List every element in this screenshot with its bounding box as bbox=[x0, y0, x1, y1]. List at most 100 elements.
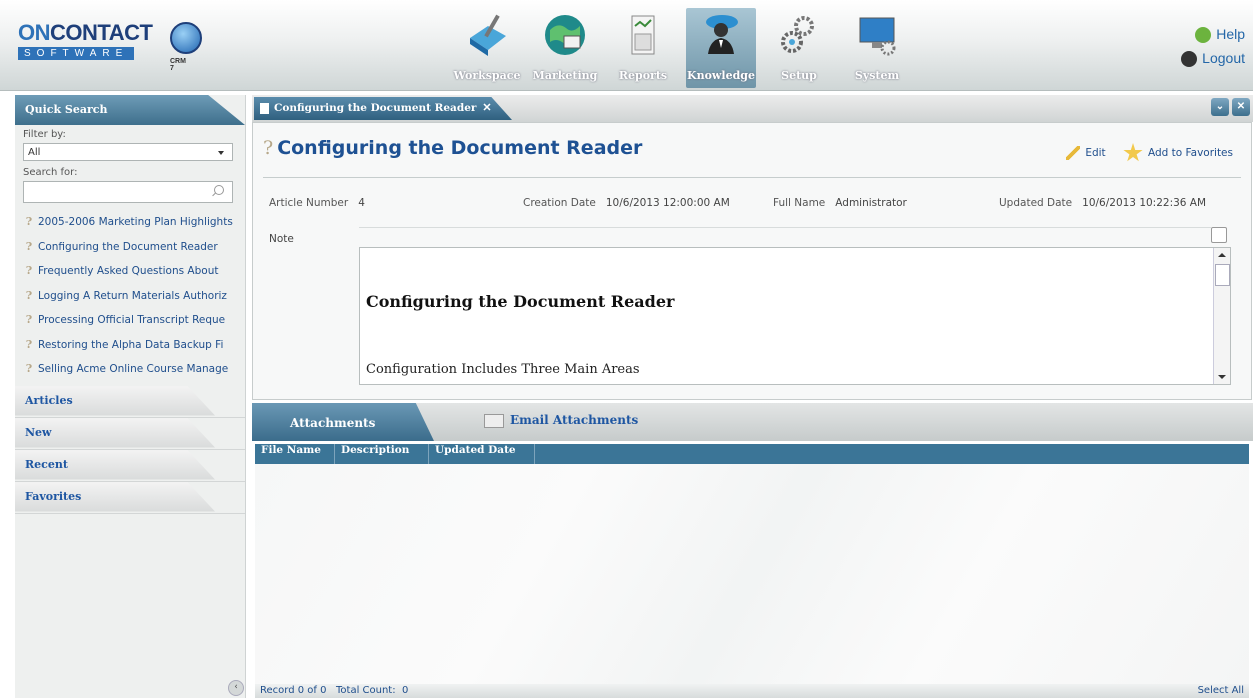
scroll-down-icon[interactable] bbox=[1218, 375, 1226, 379]
logo-text-contact: CONTACT bbox=[50, 20, 153, 45]
nav-reports-label: Reports bbox=[618, 69, 668, 82]
logo-tagline: SOFTWARE bbox=[18, 47, 135, 60]
nav-marketing[interactable]: Marketing bbox=[530, 8, 600, 88]
question-mark-icon: ? bbox=[25, 337, 33, 351]
nav-workspace-label: Workspace bbox=[453, 69, 521, 82]
article-actions: Edit Add to Favorites bbox=[1066, 143, 1233, 163]
logout-label: Logout bbox=[1202, 50, 1245, 66]
field-label: Article Number bbox=[269, 197, 349, 209]
list-item-label: Logging A Return Materials Authoriz bbox=[38, 289, 227, 302]
section-tab-label: Recent bbox=[15, 449, 215, 480]
close-icon[interactable]: ✕ bbox=[482, 101, 491, 114]
field-label: Updated Date bbox=[999, 197, 1073, 209]
column-header-label: File Name bbox=[261, 444, 321, 456]
updated-date-field: Updated Date 10/6/2013 10:22:36 AM bbox=[999, 197, 1206, 209]
article-title-text: Configuring the Document Reader bbox=[277, 137, 643, 159]
question-mark-icon: ? bbox=[263, 137, 274, 159]
list-item[interactable]: ? Logging A Return Materials Authoriz bbox=[23, 284, 245, 309]
close-all-icon[interactable]: ✕ bbox=[1232, 98, 1250, 116]
question-mark-icon: ? bbox=[25, 215, 33, 228]
section-tab-new[interactable]: New bbox=[15, 417, 245, 450]
list-item[interactable]: ? Processing Official Transcript Reque bbox=[23, 308, 245, 333]
header-links: Help Logout bbox=[1181, 22, 1245, 70]
add-to-favorites-button[interactable]: Add to Favorites bbox=[1109, 143, 1233, 162]
article-number-field: Article Number 4 bbox=[269, 197, 365, 209]
nav-system[interactable]: System bbox=[842, 8, 912, 88]
logout-link[interactable]: Logout bbox=[1181, 46, 1245, 70]
tab-configuring-document-reader[interactable]: Configuring the Document Reader ✕ bbox=[254, 97, 512, 120]
list-item[interactable]: ? 2005-2006 Marketing Plan Highlights bbox=[23, 210, 245, 235]
logo-globe-icon bbox=[170, 22, 202, 54]
attachments-grid-body bbox=[255, 464, 1249, 684]
list-item-label: Frequently Asked Questions About bbox=[38, 265, 219, 277]
nav-knowledge[interactable]: Knowledge bbox=[686, 8, 756, 88]
list-item[interactable]: ? Configuring the Document Reader bbox=[23, 235, 245, 260]
list-item-label: 2005-2006 Marketing Plan Highlights bbox=[38, 216, 233, 228]
section-tab-recent[interactable]: Recent bbox=[15, 449, 245, 482]
filter-label: Filter by: bbox=[23, 129, 66, 140]
tab-email-attachments[interactable]: Email Attachments bbox=[484, 403, 638, 441]
note-scrollbar[interactable] bbox=[1213, 248, 1230, 384]
report-icon bbox=[631, 15, 655, 55]
question-mark-icon: ? bbox=[25, 264, 33, 277]
quick-search-header[interactable]: Quick Search bbox=[15, 95, 245, 125]
expand-icon[interactable] bbox=[1211, 227, 1227, 243]
tab-label: Attachments bbox=[290, 416, 376, 430]
column-header-file-name[interactable]: File Name bbox=[255, 444, 335, 464]
column-header-description[interactable]: Description bbox=[335, 444, 429, 464]
field-value: 10/6/2013 10:22:36 AM bbox=[1082, 197, 1207, 209]
tab-attachments[interactable]: Attachments bbox=[252, 403, 434, 441]
quick-search-title: Quick Search bbox=[15, 95, 245, 125]
attachments-tab-bar: Attachments Email Attachments bbox=[252, 403, 1253, 441]
question-mark-icon: ? bbox=[25, 313, 33, 326]
tab-label: Email Attachments bbox=[510, 413, 639, 427]
note-toolbar bbox=[359, 227, 1211, 244]
chevron-down-icon bbox=[218, 151, 224, 155]
filter-selected-value: All bbox=[28, 147, 41, 158]
edit-button[interactable]: Edit bbox=[1066, 146, 1106, 160]
collapse-sidebar-icon[interactable]: ‹ bbox=[228, 680, 244, 696]
nav-setup[interactable]: Setup bbox=[764, 8, 834, 88]
search-input[interactable] bbox=[23, 181, 233, 203]
note-label: Note bbox=[269, 233, 294, 245]
attachments-grid-header: File Name Description Updated Date bbox=[255, 444, 1249, 464]
logout-person-icon bbox=[1181, 51, 1198, 68]
nav-workspace[interactable]: Workspace bbox=[452, 8, 522, 88]
field-value: Administrator bbox=[835, 197, 907, 209]
column-header-label: Description bbox=[341, 444, 410, 456]
record-status: Record 0 of 0 Total Count: 0 bbox=[260, 684, 408, 698]
list-item[interactable]: ? Restoring the Alpha Data Backup Fi bbox=[23, 333, 245, 358]
list-item[interactable]: ? Selling Acme Online Course Manage bbox=[23, 357, 245, 382]
note-content[interactable]: Configuring the Document Reader Configur… bbox=[359, 247, 1231, 385]
scroll-thumb[interactable] bbox=[1215, 264, 1230, 286]
section-tab-articles[interactable]: Articles bbox=[15, 385, 245, 418]
question-mark-icon: ? bbox=[25, 362, 33, 375]
envelope-icon bbox=[484, 413, 504, 428]
note-heading: Configuring the Document Reader bbox=[366, 292, 675, 311]
nav-reports[interactable]: Reports bbox=[608, 8, 678, 88]
scroll-up-icon[interactable] bbox=[1218, 253, 1226, 257]
question-mark-icon: ? bbox=[25, 239, 33, 253]
search-icon[interactable] bbox=[214, 185, 224, 195]
column-header-updated-date[interactable]: Updated Date bbox=[429, 444, 535, 464]
help-link[interactable]: Help bbox=[1181, 22, 1245, 46]
globe-icon bbox=[545, 15, 585, 55]
search-results-list: ? 2005-2006 Marketing Plan Highlights ? Co… bbox=[23, 210, 240, 382]
total-count-label: Total Count: bbox=[336, 685, 396, 696]
divider bbox=[263, 177, 1241, 178]
collapse-panel-icon[interactable]: ⌄ bbox=[1211, 98, 1229, 116]
section-tab-favorites[interactable]: Favorites bbox=[15, 481, 245, 514]
grid-status-bar: Record 0 of 0 Total Count: 0 Select All bbox=[255, 684, 1249, 698]
nav-knowledge-label: Knowledge bbox=[687, 69, 755, 82]
nav-setup-label: Setup bbox=[781, 69, 817, 82]
nav-marketing-label: Marketing bbox=[532, 69, 598, 82]
select-all-button[interactable]: Select All bbox=[1198, 684, 1244, 698]
help-icon bbox=[1195, 27, 1212, 44]
filter-select[interactable]: All bbox=[23, 143, 233, 161]
logo-text-on: ON bbox=[18, 20, 51, 45]
favorites-label: Add to Favorites bbox=[1148, 147, 1233, 159]
logo-edition: CRM 7 bbox=[170, 58, 186, 72]
tab-label: Configuring the Document Reader bbox=[274, 102, 477, 114]
field-label: Full Name bbox=[773, 197, 826, 209]
list-item[interactable]: ? Frequently Asked Questions About bbox=[23, 259, 245, 284]
